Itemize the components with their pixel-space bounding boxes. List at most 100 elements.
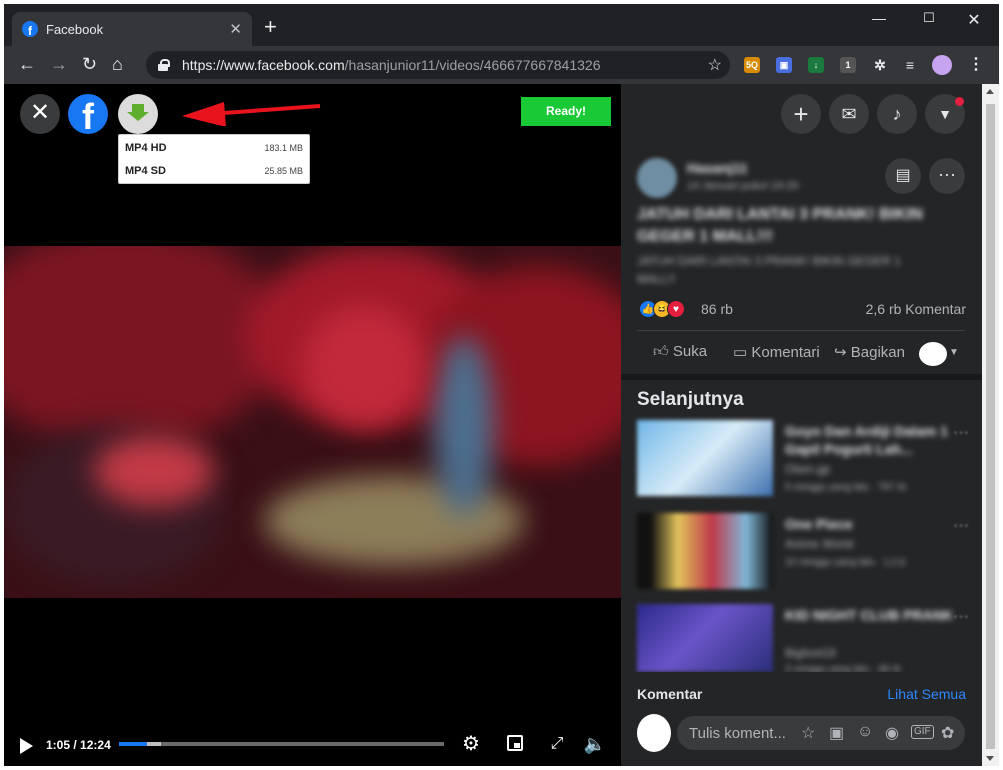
played-bar <box>119 742 148 746</box>
thumbs-up-icon: 👍︎ <box>653 343 669 360</box>
suggested-video[interactable]: One Piece Anime World 10 minggu yang lal… <box>637 513 977 595</box>
messenger-icon[interactable]: ✉ <box>829 94 869 134</box>
love-reaction-icon: ♥ <box>667 300 685 318</box>
chevron-down-icon[interactable]: ▼ <box>949 347 959 358</box>
volume-icon[interactable]: 🔈 <box>583 732 607 756</box>
right-panel: + ✉ ♪ ▼ Hasanj11 14 Januari pukul 19:26 … <box>621 84 982 766</box>
home-icon[interactable]: ⌂ <box>112 54 123 74</box>
post-date: 14 Januari pukul 19:26 · <box>687 180 806 192</box>
lock-icon <box>158 59 170 71</box>
address-bar[interactable]: https://www.facebook.com/hasanjunior11/v… <box>146 51 730 79</box>
scrollbar[interactable] <box>982 84 999 766</box>
reaction-icons[interactable]: 👍 😆 ♥ <box>639 300 695 318</box>
title-bar: f Facebook ✕ + — ☐ ✕ <box>4 4 999 46</box>
post-author[interactable]: Hasanj11 <box>687 160 748 176</box>
video-thumbnail <box>637 604 773 672</box>
video-frame <box>4 246 621 598</box>
settings-gear-icon[interactable]: ⚙ <box>459 732 483 756</box>
emoji-icon[interactable]: ☺ <box>857 723 873 741</box>
ready-button[interactable]: Ready! <box>521 97 611 126</box>
comment-input[interactable]: Tulis koment... ☆ ▣ ☺ ◉ GIF ✿ <box>677 716 965 750</box>
download-option-sd[interactable]: MP4 SD 25.85 MB <box>119 160 309 182</box>
post-description: JATUH DARI LANTAI 3 PRANK! BIKIN GEGER 1… <box>637 254 901 286</box>
section-divider <box>621 374 982 380</box>
share-arrow-icon: ↪ <box>834 344 847 361</box>
scroll-down-icon[interactable] <box>986 756 994 761</box>
user-avatar <box>637 714 671 752</box>
browser-window: f Facebook ✕ + — ☐ ✕ ← → ↻ ⌂ https://www… <box>4 4 999 766</box>
picture-in-picture-icon[interactable] <box>507 735 523 751</box>
download-arrow-icon <box>127 104 149 121</box>
player-controls: 1:05 / 12:24 ⚙ ⤢ 🔈 <box>4 724 621 764</box>
extension-badge-icon[interactable]: 1 <box>840 57 856 73</box>
avatar-sticker-icon[interactable]: ☆ <box>801 723 815 743</box>
play-icon[interactable] <box>20 738 33 754</box>
comments-heading: Komentar <box>637 686 703 702</box>
extension-2-icon[interactable]: ▣ <box>776 57 792 73</box>
download-extension-icon[interactable]: ↓ <box>808 57 824 73</box>
comment-button[interactable]: ▭ Komentari <box>733 343 820 361</box>
video-area[interactable]: ✕ f Ready! MP4 HD 183.1 MB MP4 SD 25.85 … <box>4 84 621 766</box>
puzzle-icon[interactable]: ✲ <box>872 57 888 73</box>
facebook-logo[interactable]: f <box>68 94 108 134</box>
media-control-icon[interactable]: ≡ <box>902 57 918 73</box>
reload-icon[interactable]: ↻ <box>82 54 97 74</box>
time-display: 1:05 / 12:24 <box>46 738 111 752</box>
facebook-favicon-icon: f <box>22 21 38 37</box>
suggested-video[interactable]: Goyo Dan Ardiji Dalam 1 Gapil Pogurli La… <box>637 420 977 502</box>
seek-bar[interactable] <box>119 742 444 746</box>
share-avatar[interactable] <box>919 342 947 366</box>
sticker-icon[interactable]: ▣ <box>829 723 844 743</box>
download-button[interactable] <box>118 94 158 134</box>
more-icon[interactable]: ··· <box>953 608 969 626</box>
comment-placeholder: Tulis koment... <box>689 725 786 742</box>
notifications-bell-icon[interactable]: ♪ <box>877 94 917 134</box>
window-close-icon[interactable]: ✕ <box>954 10 994 30</box>
url-path: /hasanjunior11/videos/466677667841326 <box>344 57 601 73</box>
video-thumbnail <box>637 513 773 589</box>
notification-dot <box>955 97 964 106</box>
browser-toolbar: ← → ↻ ⌂ https://www.facebook.com/hasanju… <box>4 46 999 84</box>
red-arrow-annotation <box>182 102 321 126</box>
download-menu: MP4 HD 183.1 MB MP4 SD 25.85 MB <box>118 134 310 184</box>
account-menu-icon[interactable]: ▼ <box>925 94 965 134</box>
comment-section: Komentar Lihat Semua Tulis koment... ☆ ▣… <box>621 672 982 766</box>
scrollbar-thumb[interactable] <box>986 104 995 749</box>
reactions-count[interactable]: 86 rb <box>701 301 733 317</box>
sticker-face-icon[interactable]: ✿ <box>941 723 954 743</box>
video-thumbnail <box>637 420 773 496</box>
download-option-hd[interactable]: MP4 HD 183.1 MB <box>119 137 309 159</box>
post-title: JATUH DARI LANTAI 3 PRANK! BIKIN GEGER 1… <box>637 206 923 245</box>
comments-count[interactable]: 2,6 rb Komentar <box>866 301 966 317</box>
menu-dots-icon[interactable]: ⋮ <box>968 57 984 73</box>
author-avatar[interactable] <box>637 158 677 198</box>
post-more-icon[interactable]: ··· <box>929 158 965 194</box>
next-heading: Selanjutnya <box>637 389 744 410</box>
create-plus-icon[interactable]: + <box>781 94 821 134</box>
new-tab-button[interactable]: + <box>264 16 277 38</box>
scroll-up-icon[interactable] <box>986 89 994 94</box>
bookmark-star-icon[interactable]: ☆ <box>708 55 722 75</box>
camera-icon[interactable]: ◉ <box>885 723 899 743</box>
save-post-icon[interactable]: ▤ <box>885 158 921 194</box>
more-icon[interactable]: ··· <box>953 424 969 442</box>
divider <box>637 330 965 331</box>
maximize-icon[interactable]: ☐ <box>909 10 949 26</box>
fullscreen-icon[interactable]: ⤢ <box>545 732 569 756</box>
share-button[interactable]: ↪ Bagikan <box>834 343 905 361</box>
minimize-icon[interactable]: — <box>859 10 899 26</box>
close-video-button[interactable]: ✕ <box>20 94 60 134</box>
more-icon[interactable]: ··· <box>953 517 969 535</box>
like-button[interactable]: 👍︎ Suka <box>653 343 707 361</box>
profile-avatar[interactable] <box>932 55 952 75</box>
gif-icon[interactable]: GIF <box>911 725 934 739</box>
url-host: https://www.facebook.com <box>182 57 345 73</box>
tab-close-icon[interactable]: ✕ <box>229 20 242 38</box>
see-all-link[interactable]: Lihat Semua <box>887 686 966 702</box>
extension-1-icon[interactable]: 5Q <box>744 57 760 73</box>
back-icon[interactable]: ← <box>18 54 36 74</box>
forward-icon[interactable]: → <box>50 54 68 74</box>
tab-facebook[interactable]: f Facebook ✕ <box>12 12 252 46</box>
comment-bubble-icon: ▭ <box>733 344 748 361</box>
tab-title: Facebook <box>46 21 104 37</box>
